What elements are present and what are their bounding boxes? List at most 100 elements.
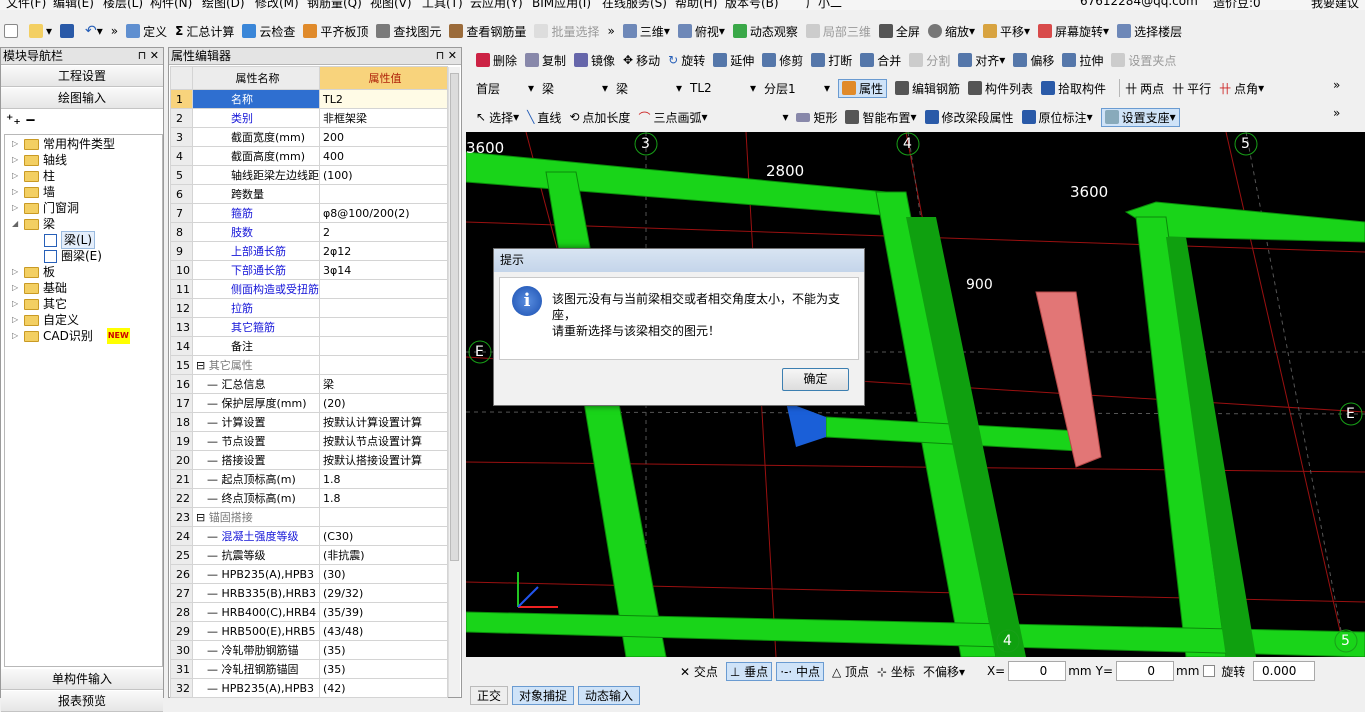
property-scrollbar[interactable] [448,67,460,697]
component-name-select[interactable]: TL2 ▾ [690,81,756,95]
property-value[interactable]: 400 [319,146,448,166]
nav-tree-item[interactable]: ◢ 梁 [4,216,162,232]
two-points-button[interactable]: 卄两点 [1125,80,1164,97]
set-clamp-button[interactable]: 设置夹点 [1111,52,1176,69]
nav-tree-item[interactable]: ▷ 其它 [4,296,162,312]
point-length-button[interactable]: ⟲ 点加长度 [569,109,630,126]
pick-component-button[interactable]: 拾取构件 [1041,80,1106,97]
object-snap-tab[interactable]: 对象捕捉 [512,686,575,705]
menu-tools[interactable]: 工具(T) [422,0,463,10]
menu-draw[interactable]: 绘图(D) [202,0,245,10]
select-floor-button[interactable]: 选择楼层 [1117,23,1182,40]
property-row[interactable]: 16— 汇总信息梁 [170,374,448,394]
property-value[interactable]: (20) [319,393,448,413]
select-button[interactable]: ↖ 选择 ▾ [476,109,519,126]
point-angle-button[interactable]: 卄点角 ▾ [1219,80,1264,97]
edit-rebar-button[interactable]: 编辑钢筋 [895,80,960,97]
ortho-tab[interactable]: 正交 [470,686,509,705]
property-value[interactable]: TL2 [319,89,448,109]
property-row[interactable]: 7 箍筋 φ8@100/200(2) [170,203,448,223]
property-row[interactable]: 1 名称 TL2 [170,89,448,109]
property-row[interactable]: 6 跨数量 [170,184,448,204]
layer-select[interactable]: 分层1 ▾ [764,80,830,97]
snap-mid-toggle[interactable]: ·-· 中点 [776,661,824,681]
menu-modify[interactable]: 修改(M) [255,0,299,10]
menu-rebar-qty[interactable]: 钢筋量(Q) [307,0,362,10]
cloud-check-button[interactable]: 云检查 [242,23,295,40]
offset-select[interactable]: 不偏移▾ [923,663,981,680]
zoom-button[interactable]: 缩放 ▾ [927,23,975,40]
expand-collapse-icon[interactable]: ⁺₊ ‒ [6,112,35,128]
property-value[interactable]: 200 [319,127,448,147]
pan-button[interactable]: 平移 ▾ [982,23,1030,40]
property-value[interactable]: 按默认节点设置计算 [319,431,448,451]
smart-layout-button[interactable]: 智能布置 ▾ [845,109,917,126]
tree-expand-icon[interactable]: ▷ [12,280,21,296]
nav-tree-item[interactable]: ▷ 柱 [4,168,162,184]
batch-select-button[interactable]: 批量选择 [534,23,599,40]
property-row[interactable]: 5 轴线距梁左边线距 (100) [170,165,448,185]
open-icon[interactable]: ▾ [29,24,52,38]
property-row[interactable]: 3 截面宽度(mm) 200 [170,127,448,147]
rotate-button[interactable]: ↻ 旋转 [668,52,705,69]
tree-expand-icon[interactable]: ▷ [12,184,21,200]
top-view-button[interactable]: 俯视 ▾ [677,23,725,40]
property-row[interactable]: 30— 冷轧带肋钢筋锚 (35) [170,640,448,660]
toolbar-more4-icon[interactable]: » [1333,78,1340,92]
menu-bim[interactable]: BIM应用(I) [532,0,591,10]
rotate-checkbox[interactable] [1203,665,1216,677]
menu-component[interactable]: 构件(N) [150,0,192,10]
merge-button[interactable]: 合并 [860,52,901,69]
line-button[interactable]: ╲ 直线 [527,109,561,126]
extend-button[interactable]: 延伸 [713,52,754,69]
menu-file[interactable]: 文件(F) [6,0,46,10]
tree-expand-icon[interactable]: ▷ [12,312,21,328]
property-row[interactable]: 26— HPB235(A),HPB3 (30) [170,564,448,584]
property-value[interactable] [319,279,448,299]
three-point-arc-button[interactable]: ⌒ 三点画弧 ▾ [638,109,774,126]
feedback-link[interactable]: 我要建议 [1311,0,1359,10]
screen-rotate-button[interactable]: 屏幕旋转 ▾ [1038,23,1109,40]
toolbar-more-icon[interactable]: » [111,24,118,38]
parallel-button[interactable]: 卄平行 [1172,80,1211,97]
property-value[interactable]: 2φ12 [319,241,448,261]
property-value[interactable] [319,317,448,337]
panel-pin-close-icon[interactable]: ⊓ ✕ [138,48,159,64]
menu-version[interactable]: 版本号(B) [725,0,779,10]
snap-perp-toggle[interactable]: ⊥ 垂点 [725,661,773,681]
property-value[interactable] [319,336,448,356]
property-row[interactable]: 14 备注 [170,336,448,356]
nav-tree-item[interactable]: ▷ 基础 [4,280,162,296]
tree-expand-icon[interactable]: ▷ [12,328,21,344]
property-value[interactable]: (100) [319,165,448,185]
nav-tree-item[interactable]: ▷ 自定义 [4,312,162,328]
toolbar-dropdown-icon[interactable]: ▾ [782,110,788,124]
property-row[interactable]: 29— HRB500(E),HRB5 (43/48) [170,621,448,641]
property-value[interactable]: 1.8 [319,488,448,508]
project-settings-button[interactable]: 工程设置 [1,66,163,87]
in-situ-label-button[interactable]: 原位标注 ▾ [1021,109,1093,126]
set-support-button[interactable]: 设置支座 ▾ [1100,107,1180,127]
draw-input-button[interactable]: 绘图输入 [1,88,163,109]
nav-tree-item[interactable]: ▷ 轴线 [4,152,162,168]
fullscreen-button[interactable]: 全屏 [878,23,920,40]
panel-pin-close-icon[interactable]: ⊓ ✕ [436,48,457,64]
property-row[interactable]: 22— 终点顶标高(m) 1.8 [170,488,448,508]
menu-view[interactable]: 视图(V) [370,0,412,10]
property-row[interactable]: 24— 混凝土强度等级 (C30) [170,526,448,546]
tree-expand-icon[interactable]: ▷ [12,264,21,280]
stretch-button[interactable]: 拉伸 [1062,52,1103,69]
tree-expand-icon[interactable]: ▷ [12,152,21,168]
report-preview-button[interactable]: 报表预览 [1,691,163,712]
break-button[interactable]: 打断 [811,52,852,69]
snap-intersect-toggle[interactable]: ✕ 交点 [680,663,718,680]
property-value[interactable]: (35) [319,659,448,679]
property-row[interactable]: 10 下部通长筋 3φ14 [170,260,448,280]
property-value[interactable]: 3φ14 [319,260,448,280]
property-value[interactable]: 非框架梁 [319,108,448,128]
property-value[interactable]: (C30) [319,526,448,546]
sum-calc-button[interactable]: Σ 汇总计算 [175,23,234,40]
property-row[interactable]: 2 类别 非框架梁 [170,108,448,128]
property-row[interactable]: 11 侧面构造或受扭筋 [170,279,448,299]
rect-button[interactable]: 矩形 [796,109,837,126]
